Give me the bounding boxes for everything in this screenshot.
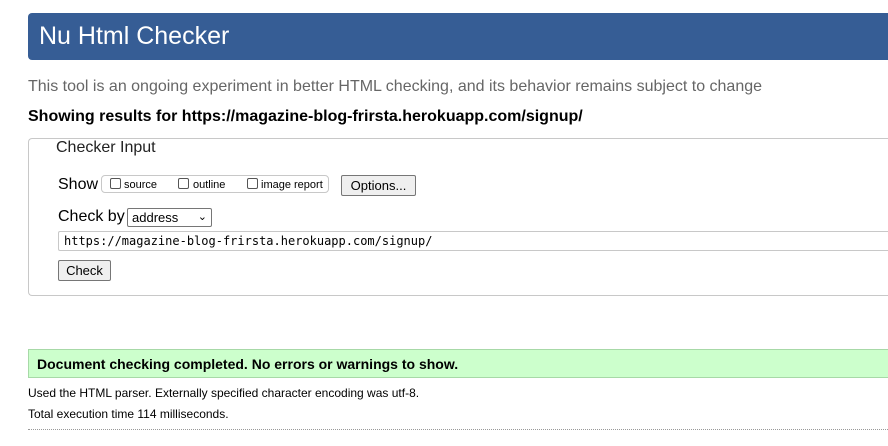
check-by-label: Check by <box>58 208 125 225</box>
outline-checkbox-label[interactable]: outline <box>193 179 225 191</box>
page: Nu Html Checker This tool is an ongoing … <box>0 0 888 446</box>
tagline: This tool is an ongoing experiment in be… <box>28 78 763 95</box>
outline-checkbox[interactable] <box>178 178 189 189</box>
source-checkbox[interactable] <box>110 178 121 189</box>
show-label: Show <box>58 176 99 193</box>
options-button[interactable]: Options... <box>341 175 416 196</box>
page-title: Nu Html Checker <box>39 22 230 50</box>
success-message-bar: Document checking completed. No errors o… <box>28 349 888 378</box>
divider <box>28 429 888 430</box>
check-by-select[interactable]: address ⌄ <box>127 208 212 227</box>
check-button[interactable]: Check <box>58 260 111 281</box>
execution-time: Total execution time 114 milliseconds. <box>28 407 229 421</box>
success-message: Document checking completed. No errors o… <box>37 356 459 372</box>
url-input[interactable]: https://magazine-blog-frirsta.herokuapp.… <box>58 231 888 251</box>
chevron-down-icon: ⌄ <box>197 211 207 223</box>
show-options-group: source outline image report <box>101 175 329 193</box>
checker-input-legend: Checker Input <box>53 139 159 157</box>
header-bar: Nu Html Checker <box>28 13 888 60</box>
image-report-checkbox[interactable] <box>247 178 258 189</box>
results-heading: Showing results for https://magazine-blo… <box>28 108 583 125</box>
check-by-selected-value: address <box>132 210 179 225</box>
image-report-checkbox-label[interactable]: image report <box>261 179 323 191</box>
parser-info: Used the HTML parser. Externally specifi… <box>28 386 420 400</box>
source-checkbox-label[interactable]: source <box>124 179 157 191</box>
